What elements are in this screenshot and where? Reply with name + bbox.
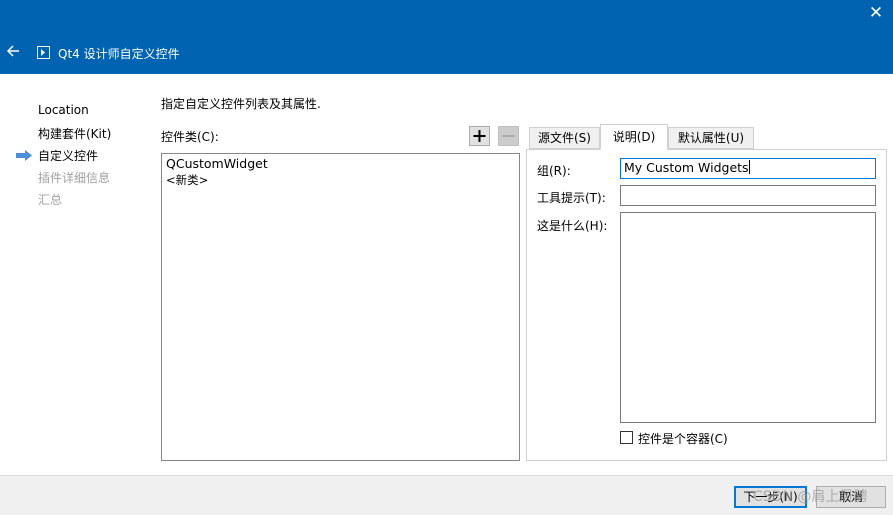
- current-step-arrow-icon: [16, 150, 32, 161]
- nav-step-plugin-details: 插件详细信息: [38, 171, 111, 185]
- remove-class-button[interactable]: [498, 126, 519, 146]
- page-description: 指定自定义控件列表及其属性.: [161, 97, 321, 111]
- title-bar: ✕ Qt4 设计师自定义控件: [0, 0, 893, 74]
- back-arrow-icon[interactable]: [6, 44, 20, 58]
- list-item[interactable]: <新类>: [166, 172, 515, 188]
- widget-classes-label: 控件类(C):: [161, 130, 219, 144]
- list-item[interactable]: QCustomWidget: [166, 156, 515, 172]
- window-title: Qt4 设计师自定义控件: [58, 47, 180, 61]
- nav-step-location: Location: [38, 103, 89, 117]
- widget-class-list[interactable]: QCustomWidget <新类>: [161, 153, 520, 461]
- text-caret: [748, 160, 750, 174]
- tab-default-properties[interactable]: 默认属性(U): [668, 127, 754, 149]
- window-icon: [37, 46, 50, 59]
- nav-step-kit: 构建套件(Kit): [38, 127, 112, 141]
- tab-source-files[interactable]: 源文件(S): [529, 127, 600, 149]
- nav-step-custom-widgets: 自定义控件: [38, 149, 99, 163]
- cancel-button[interactable]: 取消: [816, 486, 886, 508]
- close-icon[interactable]: ✕: [867, 4, 885, 22]
- nav-step-summary: 汇总: [38, 193, 63, 207]
- group-input-value: My Custom Widgets: [624, 160, 749, 175]
- add-class-button[interactable]: [469, 126, 490, 146]
- whatsthis-textarea[interactable]: [620, 212, 876, 423]
- plus-icon: [473, 130, 486, 142]
- tooltip-input[interactable]: [620, 185, 876, 206]
- minus-icon: [502, 135, 515, 137]
- group-input[interactable]: My Custom Widgets: [620, 158, 876, 179]
- next-button[interactable]: 下一步(N): [734, 486, 807, 508]
- whatsthis-label: 这是什么(H):: [537, 219, 608, 233]
- tooltip-label: 工具提示(T):: [537, 191, 606, 205]
- container-checkbox[interactable]: [620, 431, 633, 444]
- tab-description[interactable]: 说明(D): [600, 124, 668, 150]
- container-checkbox-label[interactable]: 控件是个容器(C): [638, 430, 728, 447]
- group-label: 组(R):: [537, 164, 571, 178]
